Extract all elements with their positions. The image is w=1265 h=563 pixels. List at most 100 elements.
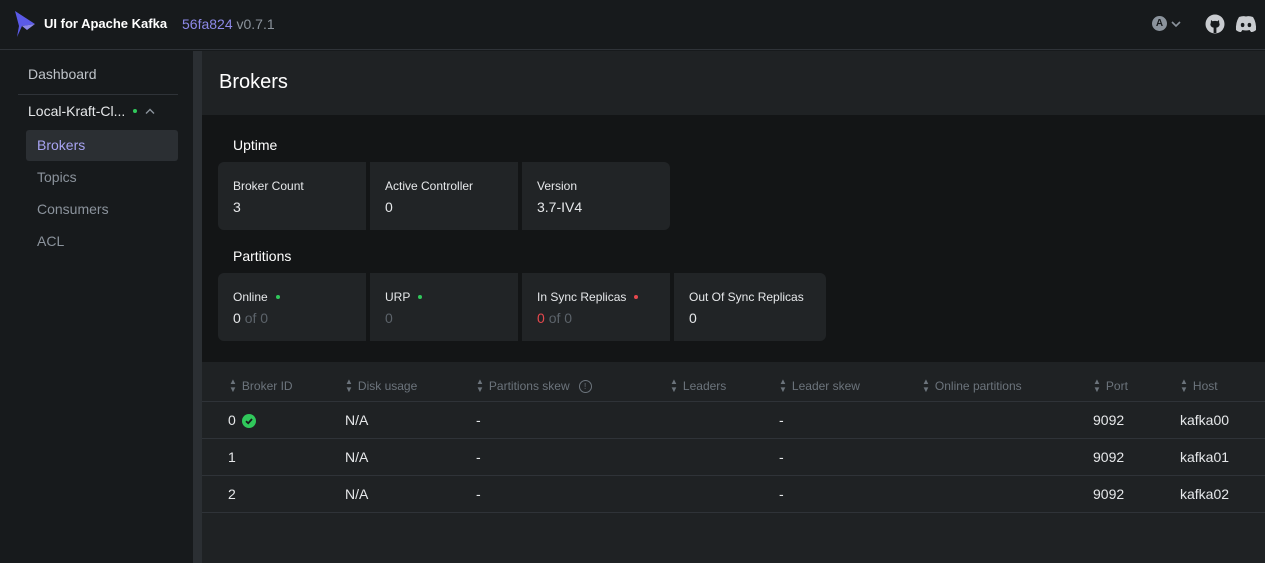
column-label: Partitions skew: [488, 379, 570, 393]
metric-label: Broker Count: [233, 179, 304, 193]
metric-value: 3: [233, 199, 241, 215]
user-icon: A: [1152, 16, 1167, 31]
partitions-skew-cell: -: [476, 486, 481, 502]
urp-card: URP 0: [370, 273, 518, 341]
metric-value: 3.7-IV4: [537, 199, 583, 215]
column-leader-skew[interactable]: ▲ ▼ Leader skew: [779, 378, 860, 394]
metric-label: Version: [537, 179, 578, 193]
sidebar-scrollbar[interactable]: [193, 51, 202, 563]
sidebar-item-topics[interactable]: Topics: [26, 162, 178, 193]
info-icon[interactable]: !: [578, 379, 592, 393]
partitions-skew-cell: -: [476, 412, 481, 428]
github-icon[interactable]: [1205, 14, 1225, 34]
broker-id-cell[interactable]: 0: [228, 412, 256, 429]
metric-value: 0: [385, 199, 393, 215]
broker-id-cell[interactable]: 2: [228, 486, 236, 502]
sort-icon: ▲ ▼: [1093, 377, 1101, 394]
leader-skew-cell: -: [779, 486, 784, 502]
partitions-skew-cell: -: [476, 449, 481, 465]
cluster-status-dot: [133, 109, 138, 113]
metric-label: Active Controller: [385, 179, 474, 193]
sidebar-item-acl[interactable]: ACL: [26, 226, 178, 257]
metric-total: of 0: [548, 310, 573, 326]
column-port[interactable]: ▲ ▼ Port: [1093, 378, 1128, 394]
port-cell: 9092: [1093, 412, 1125, 428]
broker-id: 0: [228, 412, 236, 428]
leader-skew-cell: -: [779, 449, 784, 465]
column-label: Broker ID: [241, 379, 293, 393]
metric-label: Online: [233, 290, 268, 304]
out-of-sync-replicas-card: Out Of Sync Replicas 0: [674, 273, 826, 341]
metric-value-row: 0: [385, 310, 503, 326]
sort-icon: ▲ ▼: [779, 377, 787, 394]
sidebar-item-dashboard[interactable]: Dashboard: [28, 66, 97, 82]
disk-usage-cell: N/A: [345, 486, 369, 502]
sort-icon: ▲ ▼: [476, 377, 484, 394]
discord-icon[interactable]: [1235, 15, 1257, 33]
broker-id-cell[interactable]: 1: [228, 449, 236, 465]
sidebar-item-brokers[interactable]: Brokers: [26, 130, 178, 161]
port-cell: 9092: [1093, 449, 1125, 465]
column-host[interactable]: ▲ ▼ Host: [1180, 378, 1218, 394]
app-title[interactable]: UI for Apache Kafka: [44, 16, 167, 31]
column-label: Port: [1105, 379, 1128, 393]
metric-label-row: In Sync Replicas: [537, 290, 655, 304]
column-label: Leader skew: [791, 379, 860, 393]
version-card: Version 3.7-IV4: [522, 162, 670, 230]
top-bar: UI for Apache Kafka 56fa824 v0.7.1 A: [0, 0, 1265, 50]
chevron-down-icon: [1171, 20, 1181, 27]
column-label: Disk usage: [357, 379, 418, 393]
column-disk-usage[interactable]: ▲ ▼ Disk usage: [345, 378, 417, 394]
sort-icon: ▲ ▼: [229, 377, 237, 394]
uptime-section-title: Uptime: [233, 137, 278, 153]
metric-value: 0: [537, 310, 545, 326]
chevron-up-icon: [145, 108, 155, 114]
sidebar-divider: [18, 94, 178, 95]
metric-value: 0: [233, 310, 241, 326]
column-leaders[interactable]: ▲ ▼ Leaders: [670, 378, 726, 394]
sort-icon: ▲ ▼: [345, 377, 353, 394]
sidebar-cluster-toggle[interactable]: Local-Kraft-Cl...: [28, 103, 155, 119]
metric-value: 0: [689, 310, 697, 326]
metric-label: In Sync Replicas: [537, 290, 627, 304]
status-dot: [418, 295, 423, 299]
metric-label-row: Online: [233, 290, 351, 304]
disk-usage-cell: N/A: [345, 449, 369, 465]
partitions-section-title: Partitions: [233, 248, 292, 264]
leader-skew-cell: -: [779, 412, 784, 428]
column-partitions-skew[interactable]: ▲ ▼ Partitions skew!: [476, 378, 592, 394]
host-cell: kafka00: [1180, 412, 1230, 428]
sidebar-item-consumers[interactable]: Consumers: [26, 194, 178, 225]
metric-value: 0: [385, 310, 393, 326]
kafka-logo-icon[interactable]: [13, 10, 37, 38]
column-online-partitions[interactable]: ▲ ▼ Online partitions: [922, 378, 1022, 394]
metric-total: of 0: [244, 310, 269, 326]
disk-usage-cell: N/A: [345, 412, 369, 428]
metric-value-row: 0 of 0: [233, 310, 351, 326]
column-label: Host: [1192, 379, 1218, 393]
metric-label: Out Of Sync Replicas: [689, 290, 804, 304]
sort-icon: ▲ ▼: [922, 377, 930, 394]
in-sync-replicas-card: In Sync Replicas 0 of 0: [522, 273, 670, 341]
sort-icon: ▲ ▼: [1180, 377, 1188, 394]
user-menu-button[interactable]: A: [1152, 16, 1181, 31]
version-label: v0.7.1: [236, 16, 275, 32]
column-label: Leaders: [682, 379, 727, 393]
commit-hash-link[interactable]: 56fa824: [182, 16, 233, 32]
sidebar: [0, 51, 195, 563]
cluster-name: Local-Kraft-Cl...: [28, 103, 126, 119]
status-dot: [275, 295, 280, 299]
column-broker-id[interactable]: ▲ ▼ Broker ID: [229, 378, 293, 394]
metric-label: URP: [385, 290, 411, 304]
sort-icon: ▲ ▼: [670, 377, 678, 394]
metric-value-row: 0 of 0: [537, 310, 655, 326]
check-circle-icon: [241, 414, 256, 429]
column-label: Online partitions: [934, 379, 1022, 393]
version-info: 56fa824 v0.7.1: [182, 16, 275, 32]
metric-label-row: URP: [385, 290, 503, 304]
host-cell: kafka02: [1180, 486, 1230, 502]
port-cell: 9092: [1093, 486, 1125, 502]
status-dot: [634, 295, 639, 299]
broker-count-card: Broker Count 3: [218, 162, 366, 230]
host-cell: kafka01: [1180, 449, 1230, 465]
